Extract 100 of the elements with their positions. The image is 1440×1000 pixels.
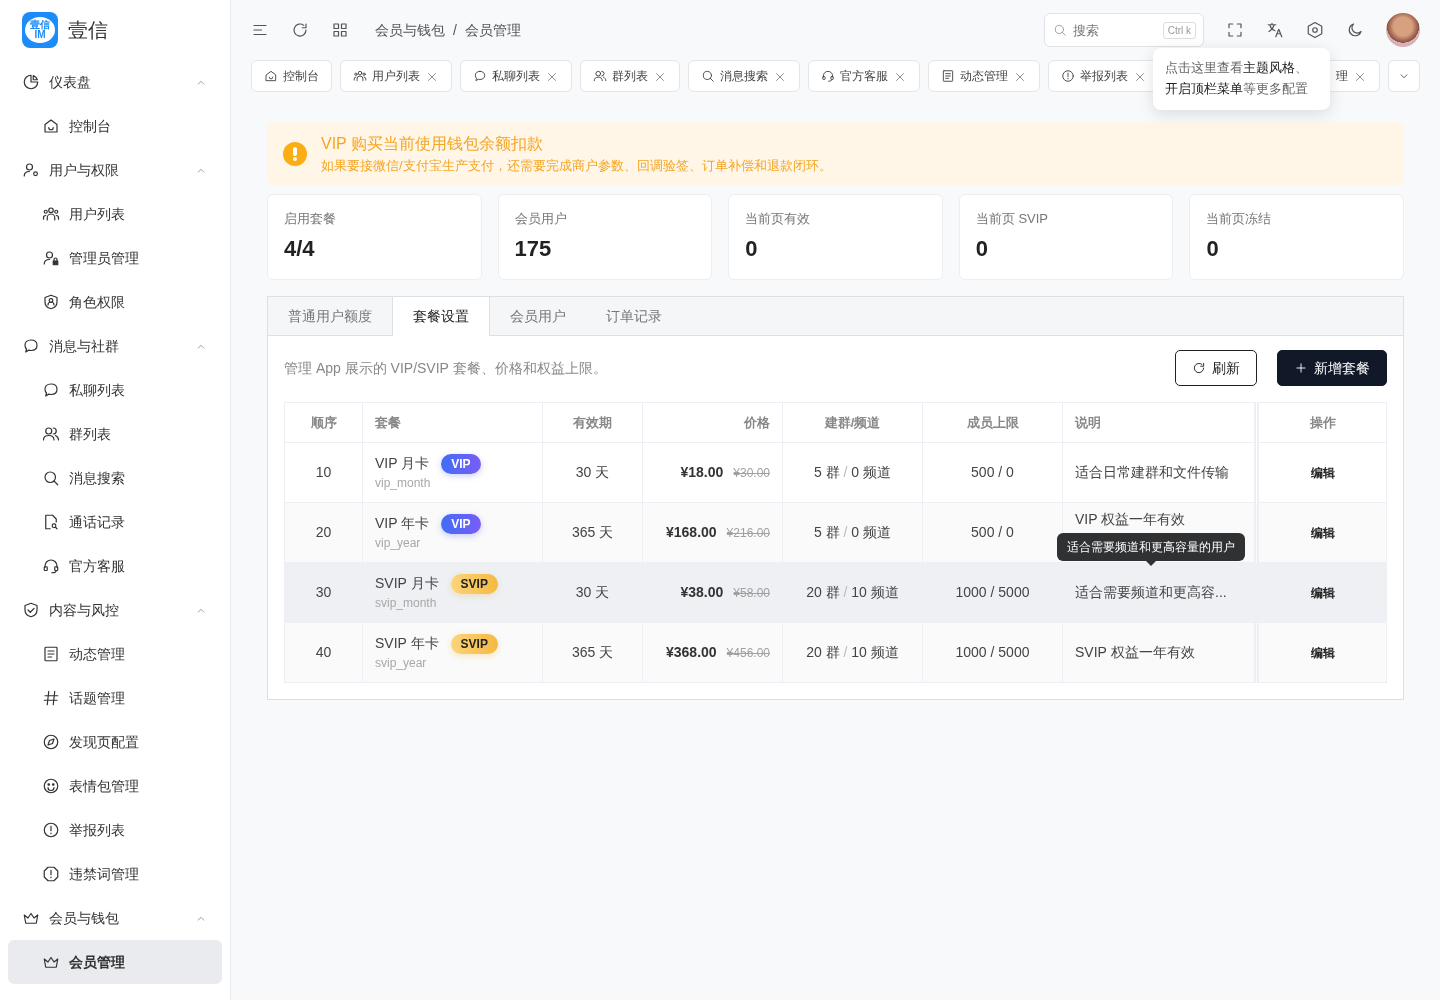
sidebar-item[interactable]: 话题管理 (8, 676, 222, 720)
translate-icon[interactable] (1266, 21, 1284, 39)
table-cell: 1000 / 5000 (922, 622, 1063, 683)
alert-icon (42, 865, 60, 883)
tier-badge: VIP (441, 454, 481, 474)
stat-label: 当前页冻结 (1206, 209, 1273, 228)
sidebar-item[interactable]: 控制台 (8, 104, 222, 148)
tier-badge: SVIP (450, 634, 498, 654)
page-tab[interactable]: 群列表 (580, 60, 680, 92)
tab[interactable]: 会员用户 (490, 297, 586, 335)
page-tab[interactable]: 动态管理 (928, 60, 1040, 92)
sidebar-item[interactable]: 违禁词管理 (8, 852, 222, 896)
users-icon (593, 69, 607, 83)
sidebar-item[interactable]: 消息搜索 (8, 456, 222, 500)
sidebar-item[interactable]: 通话记录 (8, 500, 222, 544)
column-header: 操作 (1256, 402, 1387, 443)
breadcrumb-item: 会员管理 (464, 20, 521, 40)
sidebar-item[interactable]: 管理员管理 (8, 236, 222, 280)
sidebar-item[interactable]: 发现页配置 (8, 720, 222, 764)
table-cell: 40 (284, 622, 363, 683)
table-cell: 20 群 / 10 频道 (782, 622, 923, 683)
logo-icon: 壹信 IM (22, 12, 58, 48)
sidebar-group[interactable]: 用户与权限 (8, 148, 222, 192)
plan-name: VIP 月卡 (375, 454, 430, 473)
description-text: VIP 权益一年有效 (1075, 511, 1186, 527)
edit-link[interactable]: 编辑 (1304, 583, 1341, 603)
add-plan-button[interactable]: 新增套餐 (1277, 350, 1387, 386)
grid-icon[interactable] (331, 21, 349, 39)
headset-icon (42, 557, 60, 575)
tab[interactable]: 订单记录 (586, 297, 682, 335)
search-icon (701, 69, 715, 83)
sidebar-item[interactable]: 群列表 (8, 412, 222, 456)
app-name: 壹信 (68, 18, 108, 43)
sidebar-item[interactable]: 表情包管理 (8, 764, 222, 808)
edit-link[interactable]: 编辑 (1304, 523, 1341, 543)
sidebar-item[interactable]: 动态管理 (8, 632, 222, 676)
price: ¥368.00 (666, 644, 717, 660)
plan-name: SVIP 月卡 (375, 574, 439, 593)
chat-bubble-icon (473, 69, 487, 83)
alert-text: 如果要接微信/支付宝生产支付，还需要完成商户参数、回调验签、订单补偿和退款闭环。 (321, 157, 832, 175)
tab[interactable]: 普通用户额度 (268, 297, 392, 335)
edit-link[interactable]: 编辑 (1304, 643, 1341, 663)
plan-code: svip_month (375, 595, 438, 612)
warning-icon (283, 141, 307, 166)
table-cell: 5 群 / 0 频道 (782, 442, 923, 503)
tab[interactable]: 套餐设置 (392, 297, 490, 336)
smile-icon (42, 777, 60, 795)
sidebar-item[interactable]: 会员管理 (8, 940, 222, 984)
table-cell: 20 (284, 502, 363, 563)
table-cell: 365 天 (542, 502, 643, 563)
breadcrumb-item[interactable]: 会员与钱包 (375, 19, 445, 41)
fullscreen-icon[interactable] (1226, 21, 1244, 39)
original-price: ¥456.00 (726, 646, 770, 660)
page-tab[interactable]: 官方客服 (808, 60, 920, 92)
shortcut-hint: Ctrl k (1162, 22, 1196, 39)
pie-chart-icon (22, 73, 40, 91)
stat-value: 0 (745, 235, 759, 263)
document-icon (941, 69, 955, 83)
column-header: 有效期 (542, 402, 643, 443)
page-tab[interactable]: 消息搜索 (688, 60, 800, 92)
stat-label: 会员用户 (514, 209, 568, 228)
stat-value: 175 (514, 235, 553, 263)
refresh-icon[interactable] (291, 21, 309, 39)
tooltip: 适合需要频道和更高容量的用户 (1057, 533, 1245, 566)
stat-label: 启用套餐 (284, 209, 337, 228)
document-search-icon (42, 513, 60, 531)
avatar[interactable] (1386, 13, 1420, 47)
sidebar-item[interactable]: 私聊列表 (8, 368, 222, 412)
sidebar-item[interactable]: 官方客服 (8, 544, 222, 588)
original-price: ¥58.00 (733, 586, 770, 600)
table-cell: 500 / 0 (922, 442, 1063, 503)
settings-icon[interactable] (1306, 21, 1324, 39)
plan-name: SVIP 年卡 (375, 634, 439, 653)
table-cell: 1000 / 5000 (922, 562, 1063, 623)
page-tab[interactable]: 控制台 (251, 60, 332, 92)
original-price: ¥216.00 (726, 526, 770, 540)
sidebar-item[interactable]: 举报列表 (8, 808, 222, 852)
price: ¥18.00 (680, 464, 724, 480)
users-icon (353, 69, 367, 83)
sidebar-group[interactable]: 仪表盘 (8, 60, 222, 104)
settings-popover: 点击这里查看主题风格、 开启顶栏菜单等更多配置 (1153, 48, 1330, 110)
sidebar-item[interactable]: 用户列表 (8, 192, 222, 236)
page-tab[interactable]: 私聊列表 (460, 60, 572, 92)
edit-link[interactable]: 编辑 (1304, 463, 1341, 483)
sidebar-item[interactable]: 角色权限 (8, 280, 222, 324)
breadcrumb-separator: / (453, 20, 457, 40)
description-text: 适合日常建群和文件传输 (1075, 464, 1229, 480)
alert-icon (42, 821, 60, 839)
table-cell: 5 群 / 0 频道 (782, 502, 923, 563)
column-header: 顺序 (284, 402, 363, 443)
refresh-button[interactable]: 刷新 (1175, 350, 1257, 386)
page-tab[interactable]: 用户列表 (340, 60, 452, 92)
sidebar-group[interactable]: 会员与钱包 (8, 896, 222, 940)
plan-code: vip_month (375, 475, 432, 492)
search-icon (1053, 23, 1067, 37)
moon-icon[interactable] (1346, 21, 1364, 39)
sidebar-group[interactable]: 消息与社群 (8, 324, 222, 368)
plan-code: svip_year (375, 655, 428, 672)
sidebar-group[interactable]: 内容与风控 (8, 588, 222, 632)
panel-description: 管理 App 展示的 VIP/SVIP 套餐、价格和权益上限。 (284, 358, 607, 378)
